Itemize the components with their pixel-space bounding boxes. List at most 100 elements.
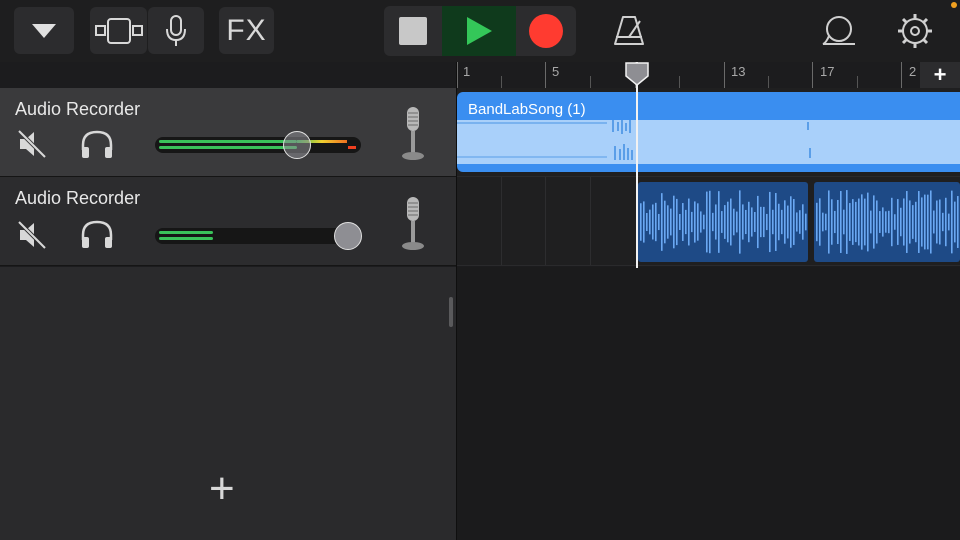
top-toolbar: FX [0, 0, 960, 62]
waveform-bar [787, 205, 789, 239]
waveform-bar [667, 205, 669, 239]
waveform-bar [879, 211, 881, 233]
waveform-bar [649, 209, 651, 235]
tracks-dropdown-button[interactable] [14, 7, 74, 54]
track-header[interactable]: Audio Recorder [0, 177, 456, 266]
microphone-button[interactable] [148, 7, 204, 54]
headphones-icon[interactable] [80, 220, 114, 250]
ruler-beat-tick [857, 76, 858, 88]
waveform-bar [846, 190, 848, 254]
metronome-button[interactable] [604, 7, 654, 54]
ruler-beat-tick [768, 76, 769, 88]
waveform-bar [727, 201, 729, 243]
view-toggle-icon [94, 17, 143, 44]
waveform-bar [718, 191, 720, 253]
microphone-instrument-icon [402, 197, 424, 250]
waveform-bar [927, 194, 929, 250]
audio-region[interactable]: BandLabSong (1) [457, 92, 960, 172]
loop-icon [822, 15, 855, 45]
volume-slider[interactable] [155, 228, 361, 244]
waveform-bar [694, 201, 696, 243]
waveform-bar [855, 201, 857, 243]
timeline-empty-area [457, 267, 960, 540]
ruler-bar-tick [812, 62, 813, 88]
timeline-ruler[interactable]: 1 5 9 13 17 2 [457, 62, 960, 89]
waveform-bar [652, 204, 654, 240]
waveform-bar [834, 210, 836, 234]
waveform-bar [643, 201, 645, 243]
record-button[interactable] [516, 6, 576, 56]
waveform-bar [933, 210, 935, 234]
play-button[interactable] [442, 6, 516, 56]
waveform-bar [685, 209, 687, 235]
ruler-bar-tick [724, 62, 725, 88]
waveform-bar [757, 195, 759, 249]
loop-browser-button[interactable] [815, 7, 865, 54]
waveform-bar [664, 200, 666, 244]
waveform-bar [724, 205, 726, 239]
add-track-button[interactable]: + [209, 464, 241, 513]
ruler-add-button[interactable]: + [920, 62, 960, 88]
waveform-bar [924, 194, 926, 250]
play-icon [467, 17, 492, 45]
ruler-beat-tick [679, 76, 680, 88]
waveform-bar [948, 213, 950, 231]
region-title: BandLabSong (1) [468, 101, 586, 118]
mute-speaker-icon[interactable] [17, 220, 47, 250]
waveform-bar [691, 211, 693, 233]
triangle-down-icon [32, 23, 56, 38]
level-meter-left [159, 140, 297, 143]
waveform-bar [703, 214, 705, 230]
waveform-bar [790, 196, 792, 248]
mute-speaker-icon[interactable] [17, 129, 47, 159]
level-meter-right [159, 237, 213, 240]
waveform-graphic [457, 120, 811, 160]
microphone-icon [166, 14, 186, 46]
panel-resize-handle[interactable] [449, 297, 453, 327]
waveform-bar [751, 207, 753, 237]
waveform-bar [706, 191, 708, 253]
waveform-bar [700, 211, 702, 233]
ruler-beat-tick [590, 76, 591, 88]
waveform-bar [864, 198, 866, 246]
waveform-bar [909, 200, 911, 244]
waveform-bar [715, 204, 717, 240]
ruler-bar-tick [457, 62, 458, 88]
waveform-bar [676, 198, 678, 246]
waveform-bar [951, 190, 953, 254]
volume-knob[interactable] [283, 131, 311, 159]
waveform-bar [876, 200, 878, 244]
waveform-bar [673, 195, 675, 249]
notification-dot-icon [951, 2, 957, 8]
waveform-bar [778, 203, 780, 241]
waveform-bar [733, 208, 735, 236]
playhead-handle-icon[interactable] [625, 62, 649, 86]
waveform-bar [957, 196, 959, 248]
waveform-bar [918, 191, 920, 253]
volume-slider[interactable] [155, 137, 361, 153]
grid-line [590, 177, 591, 265]
headphones-icon[interactable] [80, 130, 114, 160]
ruler-label: 13 [731, 64, 746, 79]
waveform-bar [784, 200, 786, 244]
waveform-bar [742, 204, 744, 240]
waveform-bar [640, 203, 642, 241]
settings-button[interactable] [890, 7, 940, 54]
waveform-bar [825, 213, 827, 231]
waveform-bar [754, 212, 756, 232]
waveform-bar [897, 199, 899, 245]
track-name: Audio Recorder [15, 99, 141, 119]
volume-knob[interactable] [334, 222, 362, 250]
waveform-bar [840, 191, 842, 253]
track-header[interactable]: Audio Recorder [0, 88, 456, 177]
ruler-bar-tick [901, 62, 902, 88]
view-toggle-button[interactable] [90, 7, 147, 54]
stop-button[interactable] [384, 6, 442, 56]
audio-waveform-region[interactable] [638, 182, 960, 262]
waveform-bar [796, 212, 798, 232]
waveform-bar [873, 195, 875, 249]
fx-button[interactable]: FX [219, 7, 274, 54]
fx-label: FX [226, 13, 267, 47]
microphone-instrument-icon [402, 107, 424, 160]
waveform-bar [772, 209, 774, 235]
